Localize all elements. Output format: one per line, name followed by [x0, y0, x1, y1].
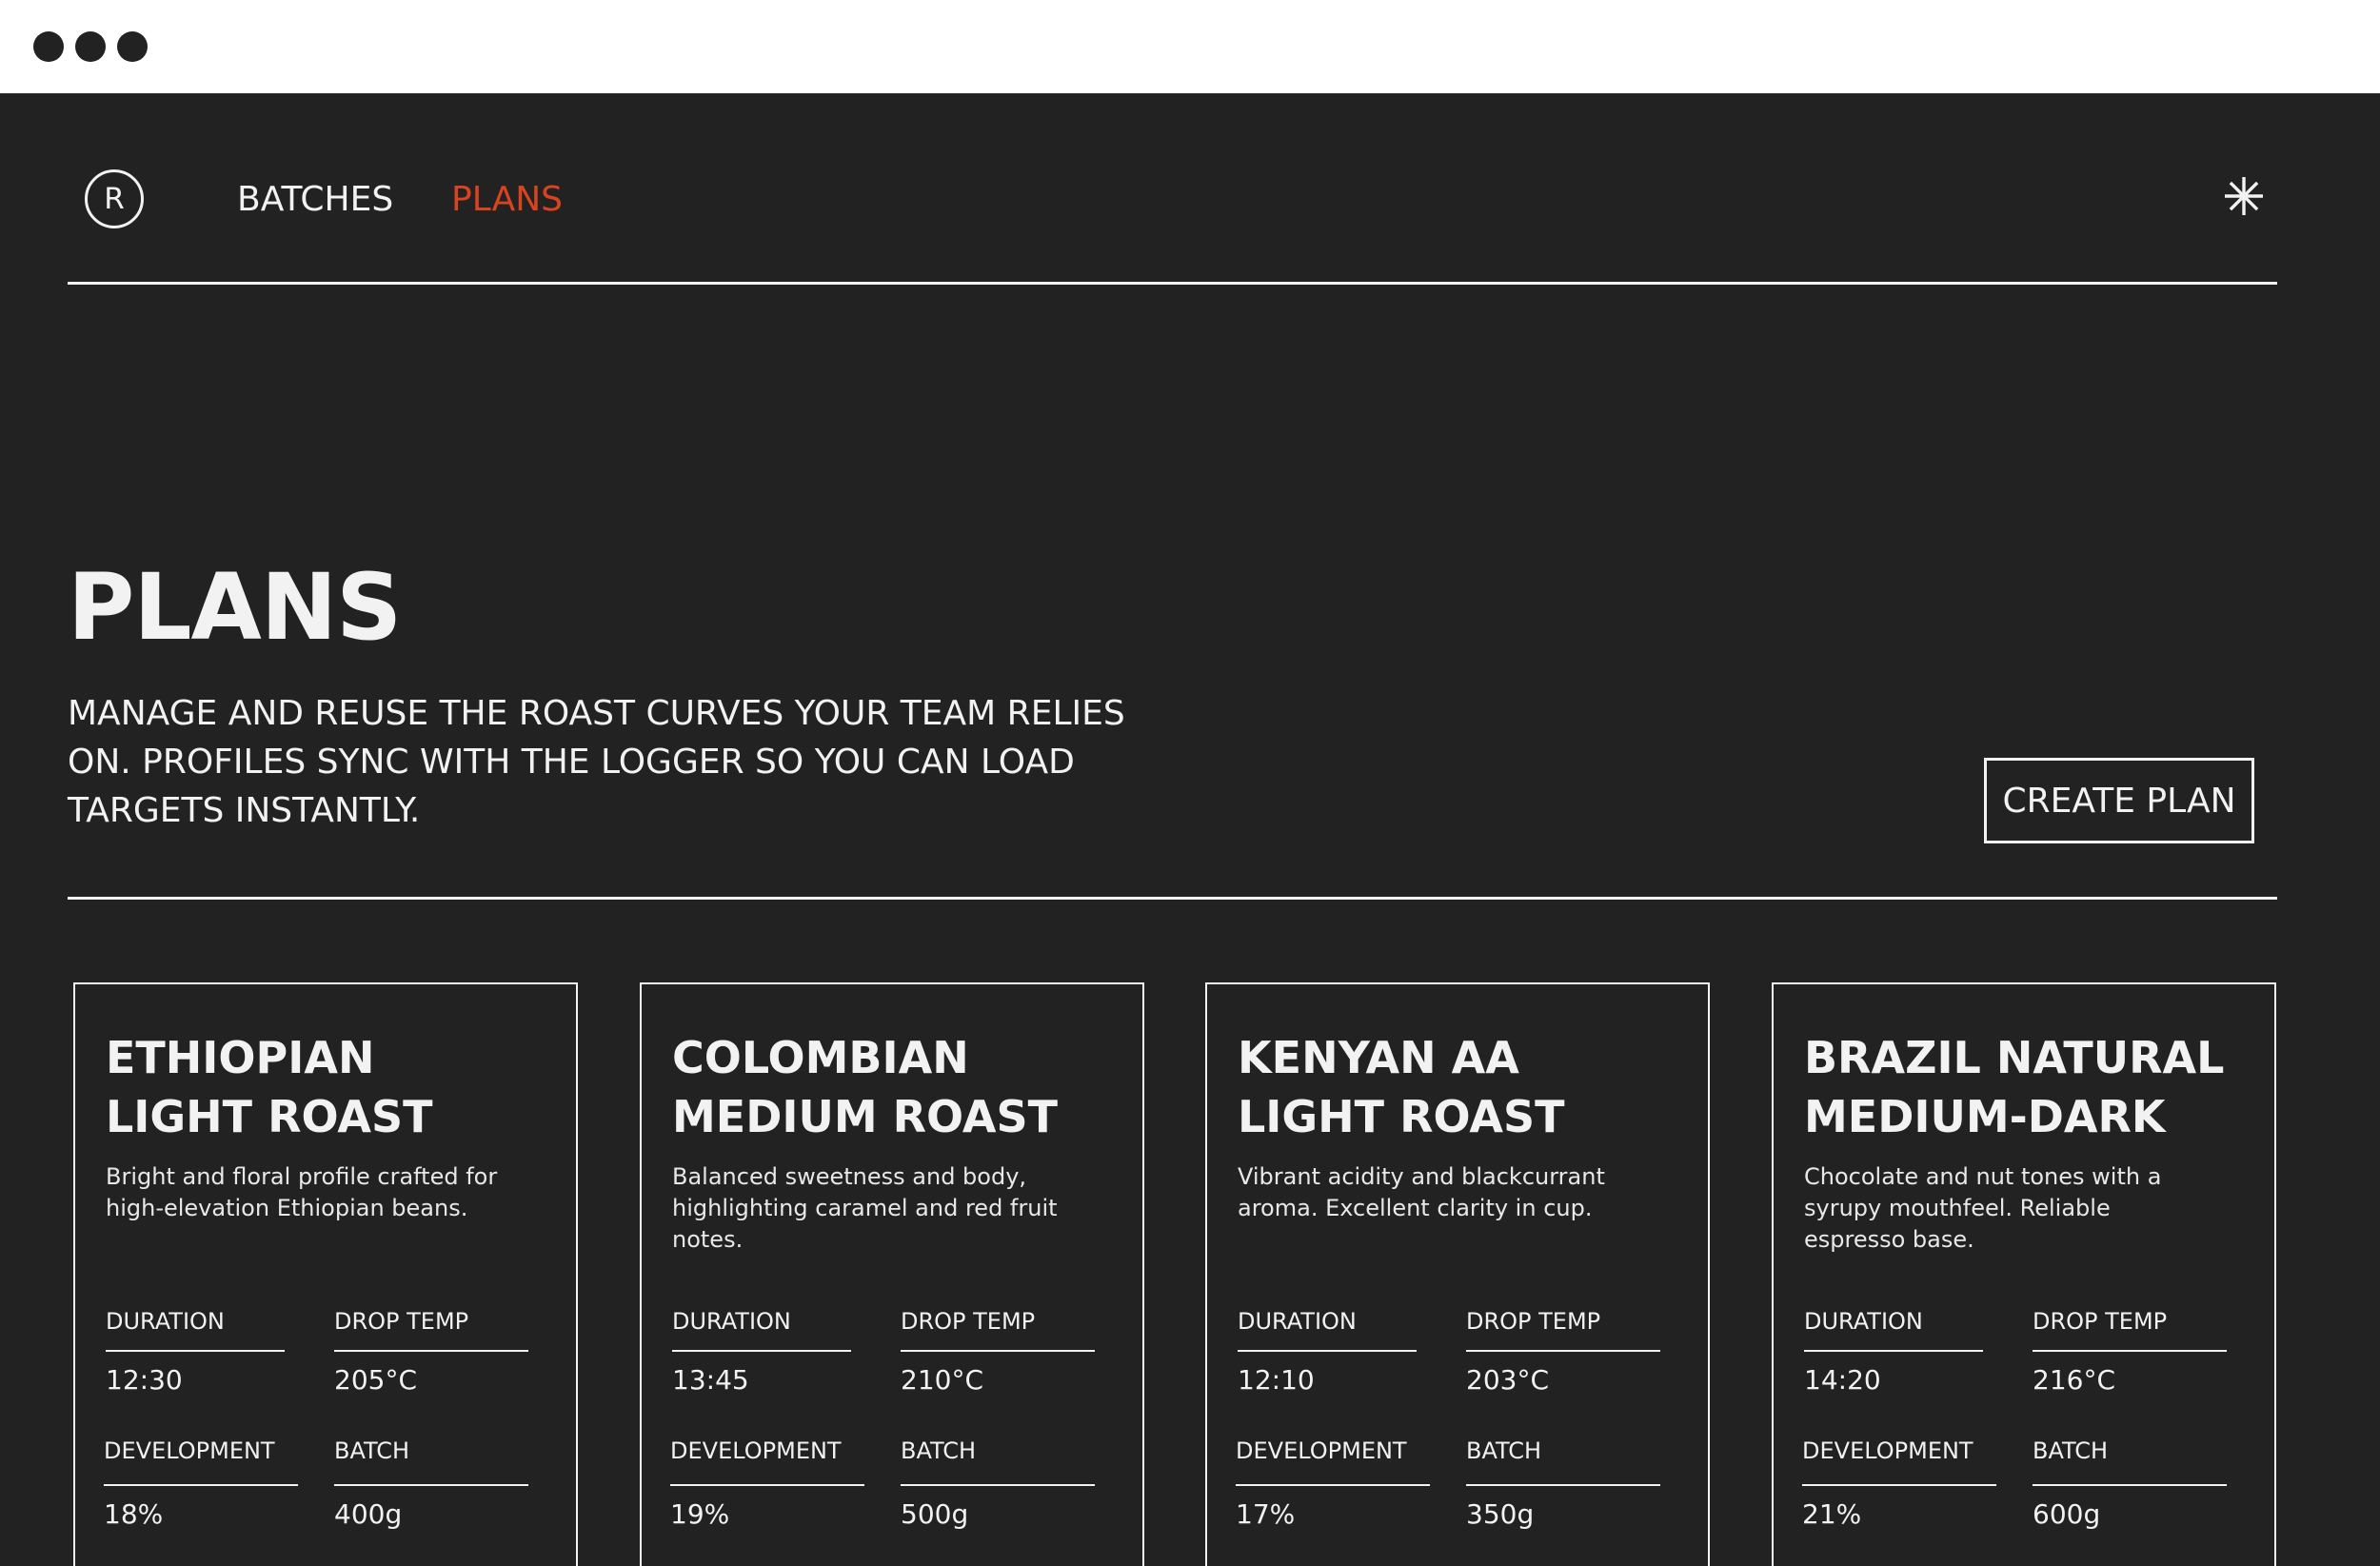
development-divider: [104, 1484, 298, 1486]
drop-temp-label: DROP TEMP: [2033, 1308, 2168, 1335]
development-value: 18%: [104, 1498, 164, 1530]
batch-label: BATCH: [2033, 1437, 2109, 1464]
drop-temp-value: 203°C: [1466, 1364, 1549, 1396]
batch-label: BATCH: [901, 1437, 977, 1464]
drop-temp-value: 216°C: [2033, 1364, 2115, 1396]
duration-divider: [1238, 1350, 1417, 1352]
duration-label: DURATION: [672, 1308, 791, 1335]
window-titlebar: [0, 0, 2380, 93]
batch-value: 400g: [334, 1498, 403, 1530]
development-label: DEVELOPMENT: [1236, 1437, 1407, 1464]
drop-temp-divider: [2033, 1350, 2227, 1352]
duration-divider: [672, 1350, 851, 1352]
drop-temp-divider: [1466, 1350, 1660, 1352]
plan-description: Bright and floral profile crafted for hi…: [106, 1163, 498, 1221]
drop-temp-label: DROP TEMP: [334, 1308, 469, 1335]
development-label: DEVELOPMENT: [1802, 1437, 1973, 1464]
plan-card[interactable]: COLOMBIAN MEDIUM ROAST Balanced sweetness …: [640, 982, 1144, 1566]
development-label: DEVELOPMENT: [104, 1437, 275, 1464]
batch-value: 500g: [901, 1498, 969, 1530]
development-value: 19%: [670, 1498, 730, 1530]
plan-title-line-1: KENYAN AA: [1238, 1032, 1519, 1083]
nav-item-plans[interactable]: PLANS: [451, 181, 563, 219]
plan-title: COLOMBIAN MEDIUM ROAST: [672, 1028, 1120, 1146]
batch-label: BATCH: [1466, 1437, 1542, 1464]
plan-title-line-2: LIGHT ROAST: [106, 1091, 433, 1142]
batch-divider: [901, 1484, 1095, 1486]
asterisk-icon[interactable]: [2217, 169, 2271, 223]
duration-value: 13:45: [672, 1364, 749, 1396]
page-description: MANAGE AND REUSE THE ROAST CURVES YOUR T…: [68, 694, 1125, 830]
drop-temp-value: 210°C: [901, 1364, 983, 1396]
duration-value: 14:20: [1804, 1364, 1881, 1396]
plan-title-line-2: MEDIUM-DARK: [1804, 1091, 2166, 1142]
drop-temp-divider: [334, 1350, 528, 1352]
plan-title: KENYAN AA LIGHT ROAST: [1238, 1028, 1685, 1146]
development-value: 17%: [1236, 1498, 1296, 1530]
header-divider: [68, 282, 2277, 285]
plan-card[interactable]: ETHIOPIAN LIGHT ROAST Bright and floral pr…: [73, 982, 578, 1566]
development-label: DEVELOPMENT: [670, 1437, 842, 1464]
plan-card[interactable]: BRAZIL NATURAL MEDIUM-DARK Chocolate and n…: [1772, 982, 2276, 1566]
duration-label: DURATION: [106, 1308, 225, 1335]
batch-divider: [1466, 1484, 1660, 1486]
batch-value: 600g: [2033, 1498, 2101, 1530]
plan-card[interactable]: KENYAN AA LIGHT ROAST Vibrant acidity and …: [1205, 982, 1710, 1566]
duration-divider: [106, 1350, 285, 1352]
window-close-dot[interactable]: [33, 31, 64, 62]
duration-value: 12:30: [106, 1364, 183, 1396]
plan-title: BRAZIL NATURAL MEDIUM-DARK: [1804, 1028, 2251, 1146]
duration-value: 12:10: [1238, 1364, 1315, 1396]
plan-title-line-1: COLOMBIAN: [672, 1032, 969, 1083]
drop-temp-value: 205°C: [334, 1364, 417, 1396]
plan-title-line-2: LIGHT ROAST: [1238, 1091, 1565, 1142]
drop-temp-label: DROP TEMP: [1466, 1308, 1601, 1335]
nav-item-batches[interactable]: BATCHES: [237, 181, 393, 219]
plan-title-line-1: BRAZIL NATURAL: [1804, 1032, 2225, 1083]
batch-value: 350g: [1466, 1498, 1535, 1530]
batch-label: BATCH: [334, 1437, 410, 1464]
drop-temp-label: DROP TEMP: [901, 1308, 1036, 1335]
plan-title-line-2: MEDIUM ROAST: [672, 1091, 1059, 1142]
duration-label: DURATION: [1804, 1308, 1923, 1335]
logo-letter: R: [104, 181, 125, 216]
drop-temp-divider: [901, 1350, 1095, 1352]
plan-description: Vibrant acidity and blackcurrant aroma. …: [1238, 1163, 1605, 1221]
duration-label: DURATION: [1238, 1308, 1357, 1335]
development-divider: [1802, 1484, 1996, 1486]
logo-icon[interactable]: R: [85, 169, 144, 228]
development-value: 21%: [1802, 1498, 1862, 1530]
app-main: R BATCHES PLANS PLANS MANAGE AND REUSE T…: [0, 93, 2380, 1566]
create-plan-button[interactable]: CREATE PLAN: [1984, 758, 2254, 843]
development-divider: [1236, 1484, 1430, 1486]
page-title: PLANS: [68, 554, 402, 661]
section-divider: [68, 897, 2277, 900]
plan-description: Chocolate and nut tones with a syrupy mo…: [1804, 1163, 2162, 1253]
plan-title: ETHIOPIAN LIGHT ROAST: [106, 1028, 553, 1146]
plan-title-line-1: ETHIOPIAN: [106, 1032, 375, 1083]
window-maximize-dot[interactable]: [117, 31, 148, 62]
development-divider: [670, 1484, 864, 1486]
window-minimize-dot[interactable]: [75, 31, 106, 62]
batch-divider: [2033, 1484, 2227, 1486]
batch-divider: [334, 1484, 528, 1486]
duration-divider: [1804, 1350, 1983, 1352]
plan-description: Balanced sweetness and body, highlightin…: [672, 1163, 1058, 1253]
